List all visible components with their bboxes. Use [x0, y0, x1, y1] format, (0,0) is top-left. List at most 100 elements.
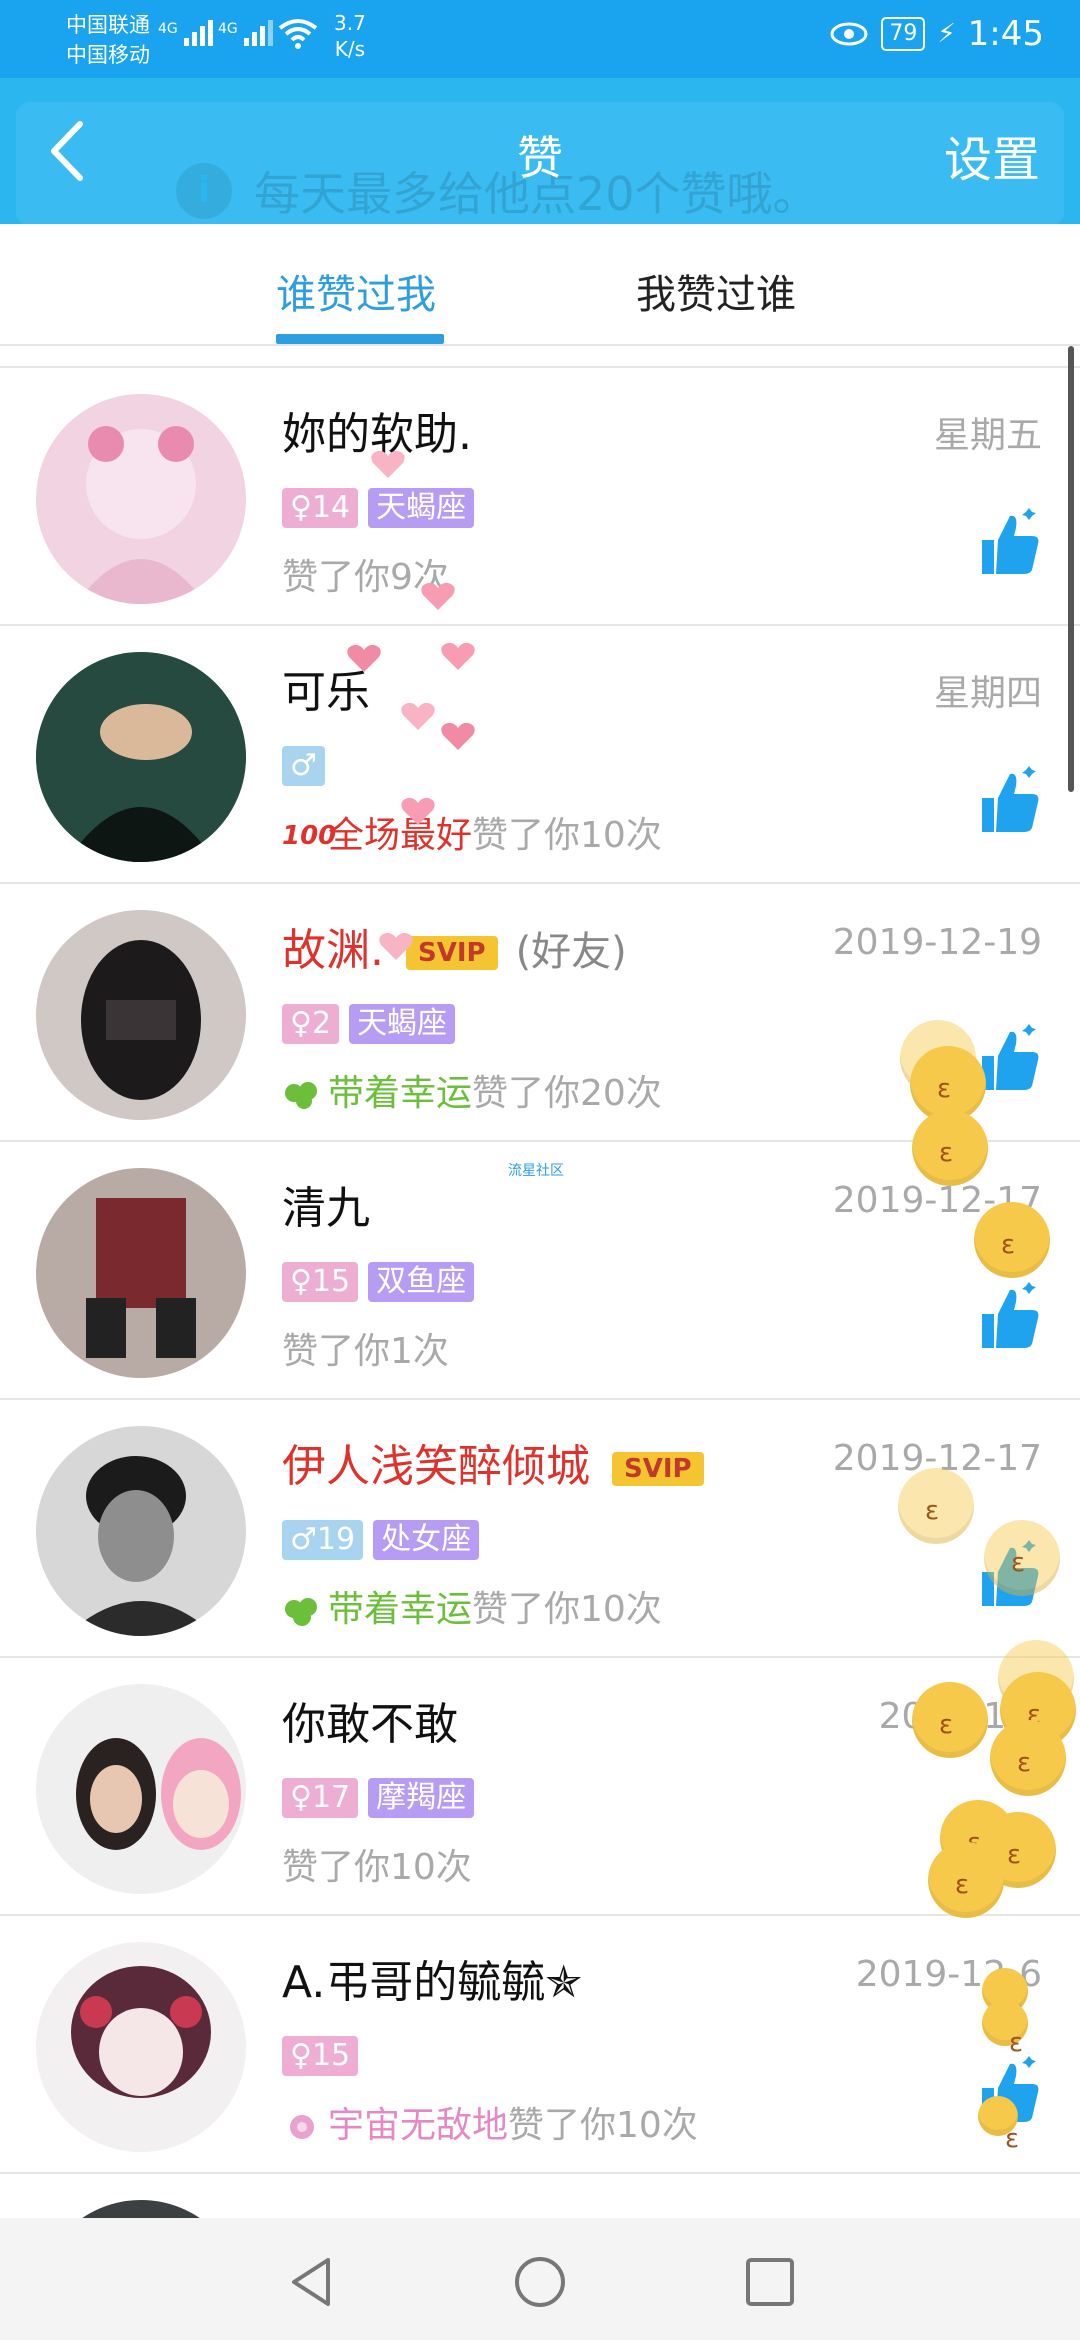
- header-bar: i 每天最多给他点20个赞哦。 赞 设置: [0, 78, 1080, 226]
- heart-icon: [421, 582, 455, 610]
- charging-icon: ⚡: [937, 19, 956, 49]
- system-nav-bar: [0, 2218, 1080, 2340]
- heart-icon: [401, 797, 435, 825]
- heart-icon: [371, 450, 405, 478]
- avatar[interactable]: [36, 910, 246, 1120]
- user-name: 你敢不敢: [282, 1699, 458, 1750]
- user-tags: ♀15: [282, 2036, 359, 2076]
- heart-icon: [401, 702, 435, 730]
- emoji-face-icon: [982, 2000, 1028, 2058]
- emoji-face-icon: [928, 1842, 1004, 1918]
- back-button[interactable]: [40, 116, 100, 186]
- user-name-text: 故渊.: [282, 925, 384, 976]
- emoji-face-icon: [978, 2096, 1019, 2154]
- gender-age-tag: ♀14: [282, 488, 359, 528]
- list-item[interactable]: 妳的软助. 星期五 ♀14 天蝎座 赞了你9次: [0, 368, 1080, 626]
- tab-who-i-liked[interactable]: 我赞过谁: [636, 262, 796, 320]
- tab-bar: 谁赞过我 我赞过谁: [0, 224, 1080, 346]
- signal-icon-2: 4G: [218, 18, 278, 50]
- like-date: 2019-12-19: [832, 922, 1042, 963]
- wifi-icon: [278, 18, 318, 54]
- signal-icon: 4G: [158, 18, 218, 50]
- speed-value: 3.7: [334, 11, 366, 35]
- like-count: 100全场最好赞了你10次: [282, 806, 662, 858]
- like-date: 星期五: [933, 415, 1042, 456]
- avatar[interactable]: [36, 1684, 246, 1894]
- avatar[interactable]: [36, 1942, 246, 2152]
- emoji-face-icon: [898, 1468, 974, 1544]
- zodiac-tag: 摩羯座: [368, 1778, 475, 1818]
- scrollbar[interactable]: [1068, 346, 1074, 792]
- like-count: 赞了你10次: [282, 1838, 472, 1890]
- triangle-back-icon[interactable]: [284, 2254, 340, 2310]
- heart-icon: [379, 932, 413, 960]
- carrier-2: 中国移动: [66, 43, 150, 67]
- like-count: 宇宙无敌地赞了你10次: [282, 2096, 698, 2148]
- list-item[interactable]: [0, 2174, 1080, 2218]
- list-item[interactable]: 可乐 星期四 ♂ 100全场最好赞了你10次: [0, 626, 1080, 884]
- svip-badge: SVIP: [612, 1452, 704, 1486]
- circle-home-icon[interactable]: [512, 2254, 568, 2310]
- gender-age-tag: ♀2: [282, 1004, 340, 1044]
- zodiac-tag: 天蝎座: [368, 488, 475, 528]
- thumbs-up-icon[interactable]: [978, 1282, 1042, 1352]
- like-count: 赞了你1次: [282, 1322, 449, 1374]
- network-speed: 3.7 K/s: [334, 10, 366, 62]
- clover-icon: [285, 1082, 317, 1109]
- avatar[interactable]: [36, 2200, 246, 2218]
- user-name: 伊人浅笑醉倾城 SVIP: [282, 1430, 704, 1494]
- lucky-badge-icon: [285, 1598, 317, 1626]
- like-count-text: 赞了你10次: [508, 2105, 698, 2146]
- heart-icon: [441, 722, 475, 750]
- tab-who-liked-me[interactable]: 谁赞过我: [276, 262, 436, 320]
- svip-badge: SVIP: [406, 936, 498, 970]
- eye-icon: [830, 22, 868, 46]
- settings-button[interactable]: 设置: [944, 120, 1040, 190]
- gender-age-tag: ♀15: [282, 2036, 359, 2076]
- thumbs-up-icon[interactable]: [978, 1024, 1042, 1094]
- network-type-2: 4G: [218, 21, 238, 37]
- avatar[interactable]: [36, 1168, 246, 1378]
- user-name-text: 伊人浅笑醉倾城: [282, 1441, 590, 1492]
- status-bar: 中国联通 中国移动 4G 4G 3.7 K/s 79 ⚡ 1:45: [0, 0, 1080, 78]
- speed-unit: K/s: [334, 37, 366, 61]
- clock: 1:45: [967, 14, 1044, 54]
- user-tags: ♂: [282, 746, 325, 786]
- emoji-face-icon: [974, 1202, 1050, 1278]
- gender-age-tag: ♂19: [282, 1520, 364, 1560]
- status-right: 79 ⚡ 1:45: [829, 14, 1044, 54]
- like-date: 星期四: [933, 673, 1042, 714]
- avatar[interactable]: [36, 1426, 246, 1636]
- carrier-names: 中国联通 中国移动: [66, 10, 150, 70]
- like-prefix: 带着幸运: [328, 1589, 473, 1630]
- like-count-text: 赞了你10次: [282, 1847, 472, 1888]
- list-item[interactable]: 你敢不敢 2019-12- ♀17 摩羯座 赞了你10次: [0, 1658, 1080, 1916]
- thumbs-up-icon[interactable]: [978, 766, 1042, 836]
- gender-tag: ♂: [282, 746, 325, 786]
- network-type-1: 4G: [158, 21, 178, 37]
- user-tags: ♀2 天蝎座: [282, 1004, 456, 1044]
- zodiac-tag: 处女座: [373, 1520, 480, 1560]
- hundred-badge-icon: 100: [282, 821, 337, 851]
- friend-label: (好友): [515, 929, 627, 975]
- heart-icon: [441, 642, 475, 670]
- active-tab-indicator: [276, 334, 444, 344]
- user-name: 故渊. SVIP (好友): [282, 914, 627, 978]
- thumbs-up-icon[interactable]: [978, 508, 1042, 578]
- user-name: A.弔哥的毓毓✯: [282, 1957, 583, 2008]
- square-recent-icon[interactable]: [742, 2254, 798, 2310]
- page-title: 赞: [517, 131, 563, 185]
- list-item[interactable]: A.弔哥的毓毓✯ 2019-12-6 ♀15 宇宙无敌地赞了你10次: [0, 1916, 1080, 2174]
- zodiac-tag: 双鱼座: [368, 1262, 475, 1302]
- zodiac-tag: 天蝎座: [349, 1004, 456, 1044]
- avatar[interactable]: [36, 394, 246, 604]
- emoji-face-icon: [912, 1682, 988, 1758]
- list-item[interactable]: 清九 2019-12-17 ♀15 双鱼座 赞了你1次: [0, 1142, 1080, 1400]
- chevron-left-icon: [51, 121, 83, 181]
- likes-list[interactable]: 妳的软助. 星期五 ♀14 天蝎座 赞了你9次 可乐 星期四 ♂ 100全场最好…: [0, 346, 1080, 2218]
- avatar[interactable]: [36, 652, 246, 862]
- gender-age-tag: ♀17: [282, 1778, 359, 1818]
- like-count-text: 赞了你10次: [472, 1589, 662, 1630]
- emoji-face-icon: [990, 1720, 1066, 1796]
- flower-badge-icon: [290, 2115, 314, 2139]
